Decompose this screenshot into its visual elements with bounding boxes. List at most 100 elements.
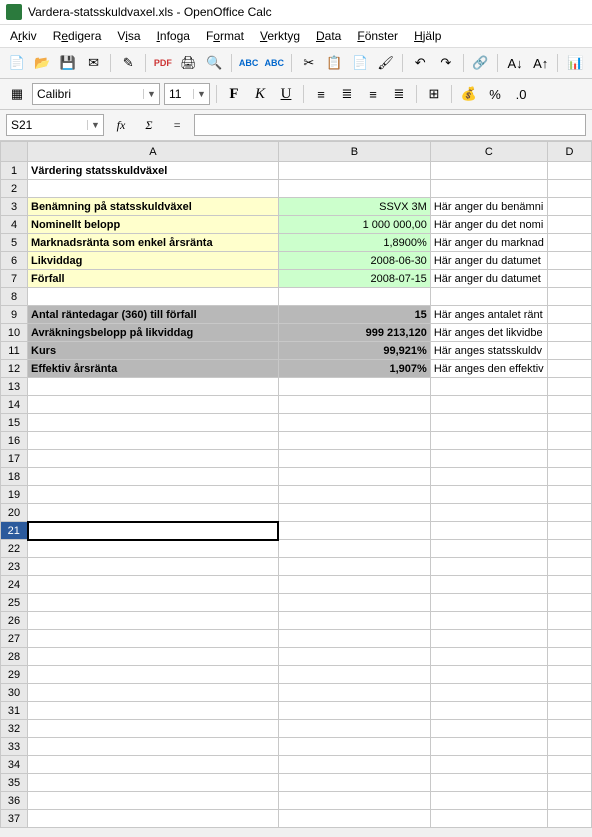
cell[interactable]	[430, 774, 547, 792]
cell[interactable]: Värdering statsskuldväxel	[28, 162, 279, 180]
cell[interactable]	[547, 540, 591, 558]
cell[interactable]	[278, 432, 430, 450]
cell[interactable]	[278, 684, 430, 702]
menu-view[interactable]: Visa	[113, 27, 144, 45]
equals-button[interactable]: =	[166, 114, 188, 136]
menu-file[interactable]: Arkiv	[6, 27, 41, 45]
cell[interactable]	[430, 468, 547, 486]
cell[interactable]	[547, 432, 591, 450]
row-header[interactable]: 32	[1, 720, 28, 738]
row-header[interactable]: 1	[1, 162, 28, 180]
row-header[interactable]: 26	[1, 612, 28, 630]
cell[interactable]	[547, 270, 591, 288]
cell[interactable]	[547, 216, 591, 234]
row-header[interactable]: 25	[1, 594, 28, 612]
cell[interactable]	[278, 288, 430, 306]
row-header[interactable]: 30	[1, 684, 28, 702]
cell[interactable]	[278, 162, 430, 180]
cell[interactable]: 99,921%	[278, 342, 430, 360]
merge-cells-button[interactable]: ⊞	[423, 83, 445, 105]
open-button[interactable]: 📂	[32, 52, 54, 74]
chevron-down-icon[interactable]: ▼	[143, 89, 159, 99]
cell[interactable]	[547, 720, 591, 738]
row-header[interactable]: 16	[1, 432, 28, 450]
menu-insert[interactable]: Infoga	[153, 27, 194, 45]
save-button[interactable]: 💾	[57, 52, 79, 74]
cell[interactable]: 999 213,120	[278, 324, 430, 342]
cell[interactable]	[430, 648, 547, 666]
cell[interactable]	[28, 630, 279, 648]
bold-button[interactable]: F	[223, 83, 245, 105]
cell[interactable]: Förfall	[28, 270, 279, 288]
cell[interactable]	[547, 342, 591, 360]
cell[interactable]	[430, 810, 547, 828]
cell[interactable]: 2008-07-15	[278, 270, 430, 288]
font-name-input[interactable]	[33, 87, 143, 101]
cell[interactable]: 1,8900%	[278, 234, 430, 252]
cell[interactable]	[28, 720, 279, 738]
cell[interactable]	[547, 180, 591, 198]
cell[interactable]	[547, 234, 591, 252]
cell[interactable]	[430, 414, 547, 432]
cell[interactable]	[28, 558, 279, 576]
redo-button[interactable]: ↷	[435, 52, 457, 74]
print-button[interactable]: 🖨	[178, 52, 200, 74]
cell[interactable]	[430, 612, 547, 630]
name-box[interactable]: ▼	[6, 114, 104, 136]
cell[interactable]	[278, 396, 430, 414]
cell[interactable]	[28, 792, 279, 810]
cell[interactable]	[547, 198, 591, 216]
cell[interactable]	[28, 738, 279, 756]
cell[interactable]	[28, 414, 279, 432]
format-paint-button[interactable]: 🖌	[375, 52, 397, 74]
cell[interactable]	[430, 396, 547, 414]
sum-button[interactable]: Σ	[138, 114, 160, 136]
cell[interactable]	[547, 576, 591, 594]
formula-input[interactable]	[194, 114, 586, 136]
cell[interactable]: Antal räntedagar (360) till förfall	[28, 306, 279, 324]
cell[interactable]	[430, 630, 547, 648]
cell[interactable]	[28, 756, 279, 774]
cell[interactable]	[430, 432, 547, 450]
cell[interactable]	[278, 522, 430, 540]
cell[interactable]	[430, 576, 547, 594]
cell[interactable]	[278, 738, 430, 756]
cell[interactable]	[547, 666, 591, 684]
cell[interactable]: Marknadsränta som enkel årsränta	[28, 234, 279, 252]
cell[interactable]	[547, 324, 591, 342]
cell[interactable]	[547, 468, 591, 486]
cell[interactable]	[430, 486, 547, 504]
cell[interactable]	[547, 378, 591, 396]
cell[interactable]	[547, 288, 591, 306]
row-header[interactable]: 24	[1, 576, 28, 594]
paste-button[interactable]: 📄	[349, 52, 371, 74]
new-button[interactable]: 📄	[6, 52, 28, 74]
cell[interactable]	[278, 792, 430, 810]
cell[interactable]	[430, 540, 547, 558]
row-header[interactable]: 34	[1, 756, 28, 774]
row-header[interactable]: 8	[1, 288, 28, 306]
row-header[interactable]: 6	[1, 252, 28, 270]
cell[interactable]	[28, 810, 279, 828]
cell[interactable]	[547, 774, 591, 792]
spreadsheet-grid[interactable]: A B C D 1 Värdering statsskuldväxel 2 3 …	[0, 141, 592, 828]
cell[interactable]	[28, 396, 279, 414]
row-header[interactable]: 4	[1, 216, 28, 234]
cell[interactable]	[278, 450, 430, 468]
cell[interactable]: Avräkningsbelopp på likviddag	[28, 324, 279, 342]
row-header[interactable]: 20	[1, 504, 28, 522]
cell[interactable]	[547, 630, 591, 648]
row-header[interactable]: 19	[1, 486, 28, 504]
cell[interactable]	[547, 684, 591, 702]
cell[interactable]	[278, 414, 430, 432]
function-wizard-button[interactable]: fx	[110, 114, 132, 136]
edit-button[interactable]: ✎	[117, 52, 139, 74]
cell[interactable]: Här anges det likvidbe	[430, 324, 547, 342]
cell[interactable]	[430, 666, 547, 684]
menu-data[interactable]: Data	[312, 27, 345, 45]
cell[interactable]	[28, 648, 279, 666]
row-header[interactable]: 37	[1, 810, 28, 828]
cell[interactable]	[547, 252, 591, 270]
cell[interactable]	[430, 738, 547, 756]
cell[interactable]: Här anges den effektiv	[430, 360, 547, 378]
